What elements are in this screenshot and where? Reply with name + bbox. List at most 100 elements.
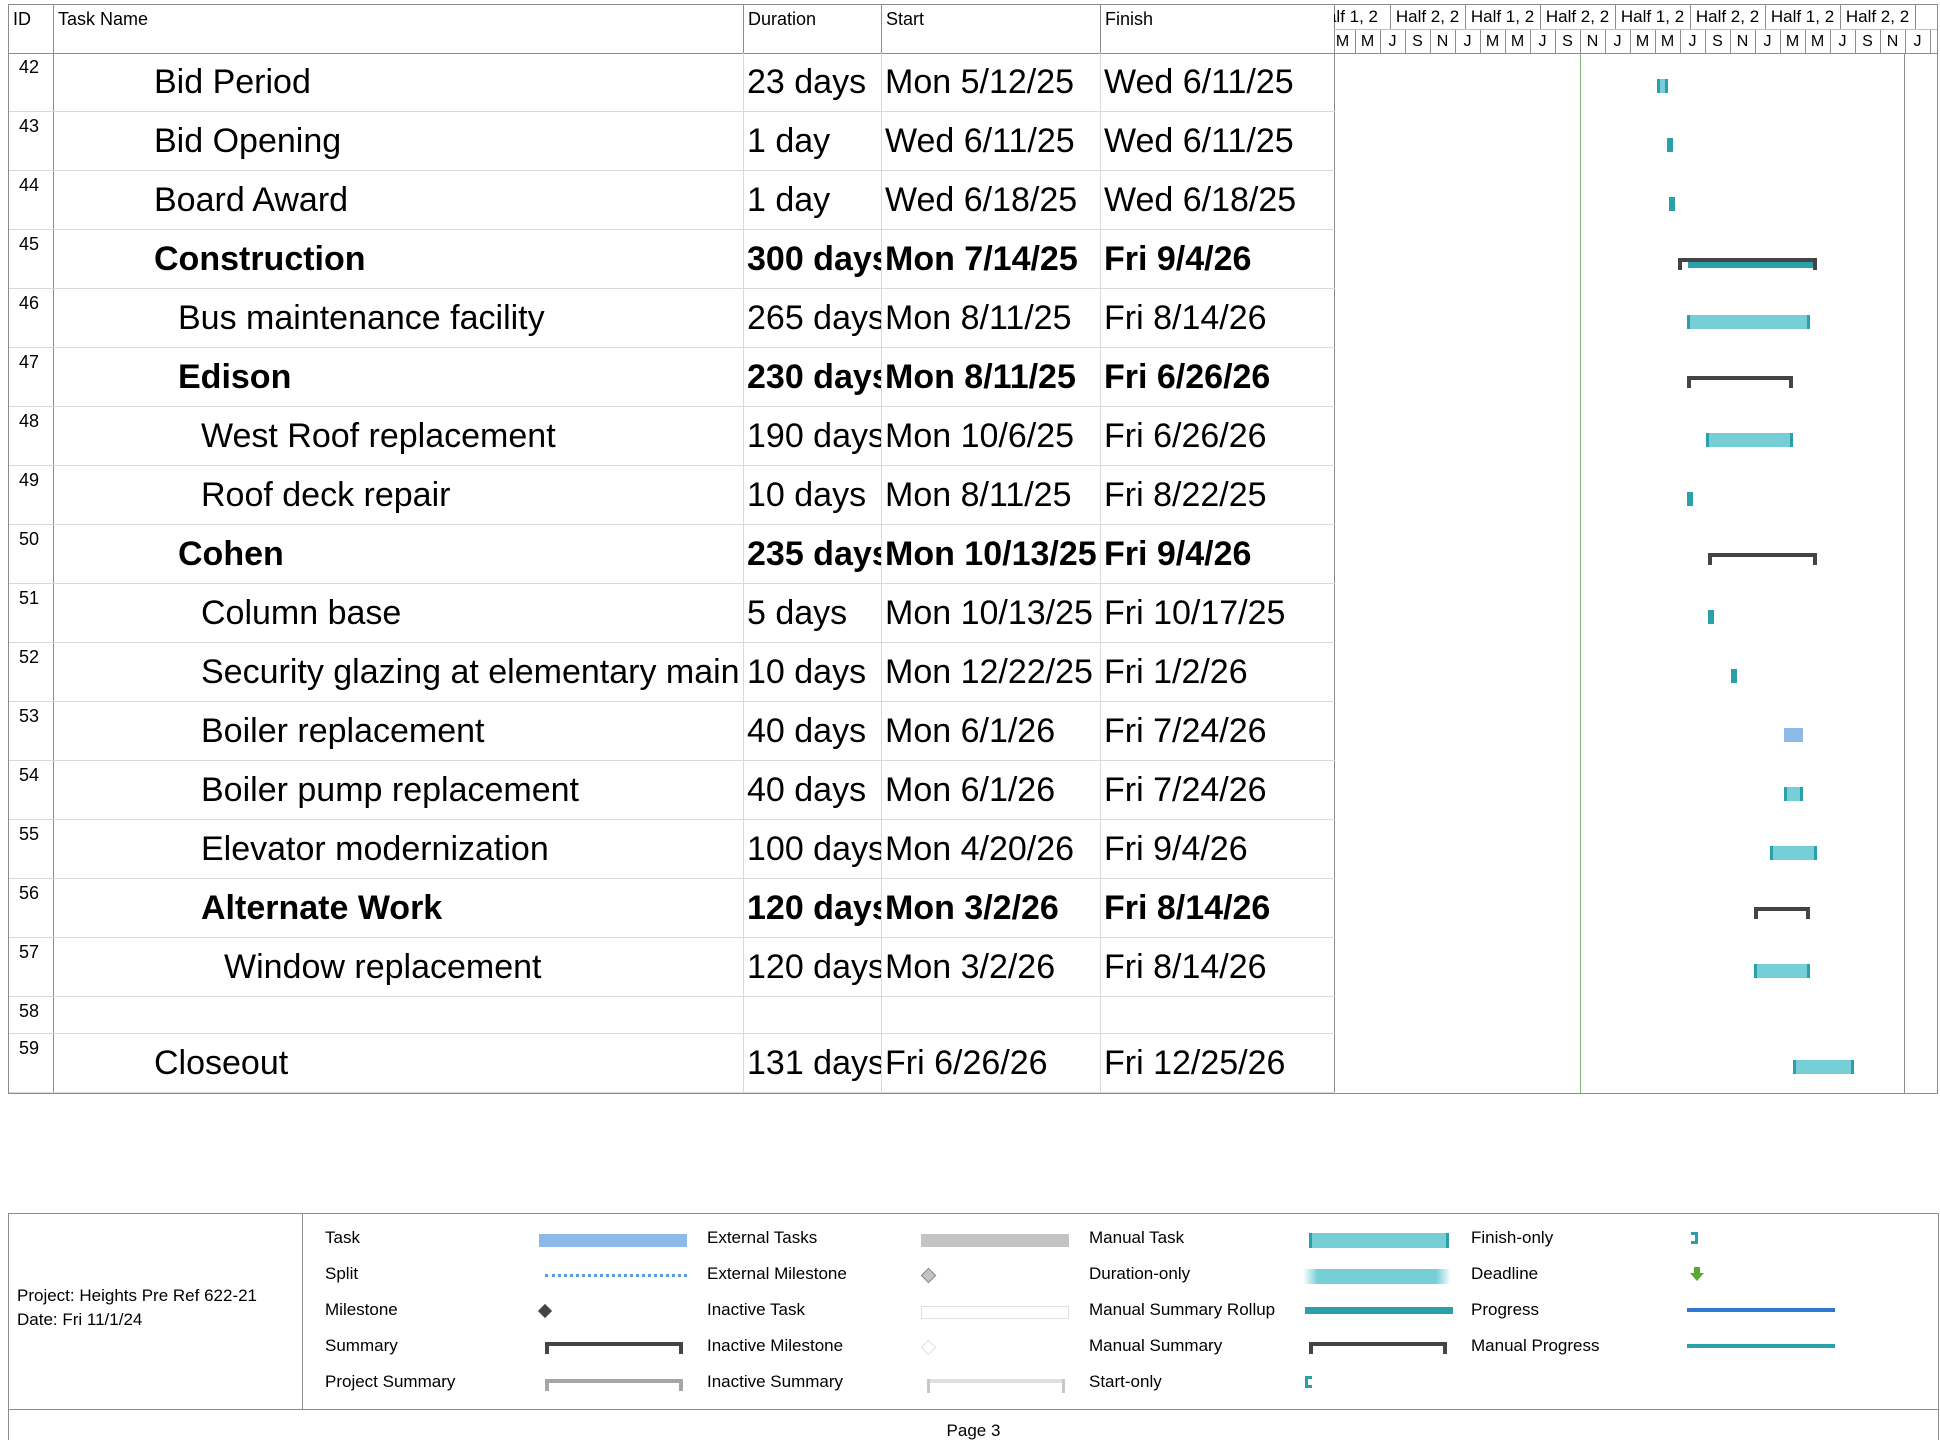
task-id-cell[interactable]: 44 (9, 171, 54, 229)
table-row[interactable]: 54 Boiler pump replacement 40 days Mon 6/1/… (9, 761, 1335, 820)
start-cell[interactable]: Mon 10/6/25 (882, 407, 1101, 465)
finish-cell[interactable]: Fri 8/22/25 (1101, 466, 1335, 524)
task-name-cell[interactable]: Bid Opening (54, 112, 744, 170)
table-row[interactable]: 48 West Roof replacement 190 days Mon 10/6/… (9, 407, 1335, 466)
start-cell[interactable]: Mon 8/11/25 (882, 289, 1101, 347)
duration-cell[interactable]: 40 days (744, 761, 882, 819)
task-id-cell[interactable]: 48 (9, 407, 54, 465)
duration-cell[interactable]: 23 days (744, 53, 882, 111)
table-row[interactable]: 45 Construction 300 days Mon 7/14/25 Fri 9/4… (9, 230, 1335, 289)
start-cell[interactable]: Mon 8/11/25 (882, 348, 1101, 406)
start-cell[interactable]: Mon 4/20/26 (882, 820, 1101, 878)
header-finish[interactable]: Finish (1101, 5, 1335, 53)
start-cell[interactable]: Mon 6/1/26 (882, 702, 1101, 760)
manual-task-bar[interactable] (1687, 314, 1810, 329)
table-row[interactable]: 58 (9, 997, 1335, 1034)
task-id-cell[interactable]: 55 (9, 820, 54, 878)
finish-cell[interactable]: Fri 8/14/26 (1101, 289, 1335, 347)
summary-bar[interactable] (1687, 375, 1794, 388)
finish-cell[interactable]: Fri 7/24/26 (1101, 761, 1335, 819)
finish-cell[interactable]: Fri 9/4/26 (1101, 230, 1335, 288)
task-id-cell[interactable]: 52 (9, 643, 54, 701)
task-id-cell[interactable]: 43 (9, 112, 54, 170)
start-cell[interactable]: Fri 6/26/26 (882, 1034, 1101, 1092)
task-name-cell[interactable]: Roof deck repair (54, 466, 744, 524)
task-id-cell[interactable]: 54 (9, 761, 54, 819)
task-name-cell[interactable]: Bus maintenance facility (54, 289, 744, 347)
duration-cell[interactable]: 10 days (744, 643, 882, 701)
task-name-cell[interactable]: Security glazing at elementary main entr… (54, 643, 744, 701)
start-cell[interactable]: Mon 6/1/26 (882, 761, 1101, 819)
manual-task-bar[interactable] (1666, 137, 1673, 152)
finish-cell[interactable]: Fri 9/4/26 (1101, 525, 1335, 583)
task-name-cell[interactable]: West Roof replacement (54, 407, 744, 465)
table-row[interactable]: 53 Boiler replacement 40 days Mon 6/1/26 Fri… (9, 702, 1335, 761)
task-id-cell[interactable]: 53 (9, 702, 54, 760)
task-id-cell[interactable]: 49 (9, 466, 54, 524)
start-cell[interactable]: Wed 6/11/25 (882, 112, 1101, 170)
start-cell[interactable]: Mon 8/11/25 (882, 466, 1101, 524)
finish-cell[interactable] (1101, 997, 1335, 1033)
task-name-cell[interactable]: Board Award (54, 171, 744, 229)
task-name-cell[interactable]: Window replacement (54, 938, 744, 996)
duration-cell[interactable]: 5 days (744, 584, 882, 642)
finish-cell[interactable]: Wed 6/18/25 (1101, 171, 1335, 229)
finish-cell[interactable]: Fri 8/14/26 (1101, 879, 1335, 937)
manual-task-bar[interactable] (1784, 786, 1803, 801)
manual-task-bar[interactable] (1687, 491, 1694, 506)
task-id-cell[interactable]: 57 (9, 938, 54, 996)
table-row[interactable]: 57 Window replacement 120 days Mon 3/2/26 Fr… (9, 938, 1335, 997)
manual-task-bar[interactable] (1657, 78, 1668, 93)
task-id-cell[interactable]: 42 (9, 53, 54, 111)
task-name-cell[interactable]: Boiler pump replacement (54, 761, 744, 819)
task-name-cell[interactable] (54, 997, 744, 1033)
start-cell[interactable]: Mon 5/12/25 (882, 53, 1101, 111)
duration-cell[interactable]: 40 days (744, 702, 882, 760)
table-row[interactable]: 42 Bid Period 23 days Mon 5/12/25 Wed 6/11/2… (9, 53, 1335, 112)
task-bar[interactable] (1784, 727, 1803, 742)
task-id-cell[interactable]: 45 (9, 230, 54, 288)
task-name-cell[interactable]: Boiler replacement (54, 702, 744, 760)
manual-task-bar[interactable] (1770, 845, 1817, 860)
table-row[interactable]: 44 Board Award 1 day Wed 6/18/25 Wed 6/18/25 (9, 171, 1335, 230)
start-cell[interactable]: Mon 3/2/26 (882, 879, 1101, 937)
finish-cell[interactable]: Fri 10/17/25 (1101, 584, 1335, 642)
table-row[interactable]: 55 Elevator modernization 100 days Mon 4/20… (9, 820, 1335, 879)
table-row[interactable]: 47 Edison 230 days Mon 8/11/25 Fri 6/26/26 (9, 348, 1335, 407)
task-name-cell[interactable]: Alternate Work (54, 879, 744, 937)
start-cell[interactable]: Mon 10/13/25 (882, 584, 1101, 642)
duration-cell[interactable]: 10 days (744, 466, 882, 524)
start-cell[interactable] (882, 997, 1101, 1033)
manual-task-bar[interactable] (1792, 1059, 1854, 1074)
start-cell[interactable]: Mon 12/22/25 (882, 643, 1101, 701)
table-row[interactable]: 52Security glazing at elementary main en… (9, 643, 1335, 702)
header-duration[interactable]: Duration (744, 5, 882, 53)
task-id-cell[interactable]: 46 (9, 289, 54, 347)
finish-cell[interactable]: Fri 6/26/26 (1101, 407, 1335, 465)
task-id-cell[interactable]: 56 (9, 879, 54, 937)
task-id-cell[interactable]: 47 (9, 348, 54, 406)
start-cell[interactable]: Wed 6/18/25 (882, 171, 1101, 229)
summary-bar[interactable] (1677, 257, 1817, 270)
header-start[interactable]: Start (882, 5, 1101, 53)
task-name-cell[interactable]: Bid Period (54, 53, 744, 111)
duration-cell[interactable] (744, 997, 882, 1033)
finish-cell[interactable]: Fri 1/2/26 (1101, 643, 1335, 701)
finish-cell[interactable]: Fri 7/24/26 (1101, 702, 1335, 760)
duration-cell[interactable]: 1 day (744, 112, 882, 170)
task-name-cell[interactable]: Cohen (54, 525, 744, 583)
table-row[interactable]: 49 Roof deck repair 10 days Mon 8/11/25 Fri … (9, 466, 1335, 525)
start-cell[interactable]: Mon 7/14/25 (882, 230, 1101, 288)
task-name-cell[interactable]: Elevator modernization (54, 820, 744, 878)
manual-task-bar[interactable] (1754, 963, 1810, 978)
duration-cell[interactable]: 100 days (744, 820, 882, 878)
duration-cell[interactable]: 120 days (744, 879, 882, 937)
duration-cell[interactable]: 235 days (744, 525, 882, 583)
task-id-cell[interactable]: 58 (9, 997, 54, 1033)
task-name-cell[interactable]: Column base (54, 584, 744, 642)
finish-cell[interactable]: Wed 6/11/25 (1101, 53, 1335, 111)
manual-task-bar[interactable] (1731, 668, 1738, 683)
summary-bar[interactable] (1707, 552, 1817, 565)
manual-task-bar[interactable] (1669, 196, 1676, 211)
finish-cell[interactable]: Fri 12/25/26 (1101, 1034, 1335, 1092)
